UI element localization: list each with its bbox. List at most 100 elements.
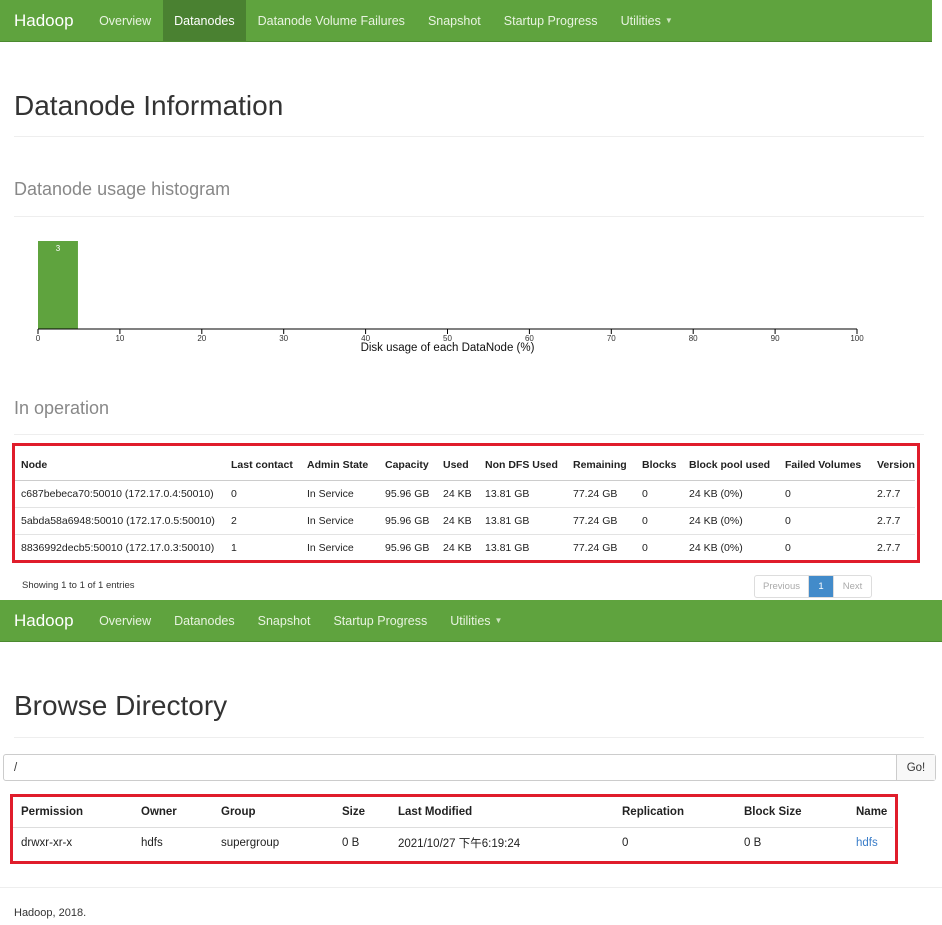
x-tick-label: 90	[771, 334, 780, 343]
x-tick-label: 80	[689, 334, 698, 343]
nav-utilities-label: Utilities	[620, 13, 661, 28]
col-version[interactable]: Version	[871, 450, 915, 481]
cell-failed-volumes: 0	[779, 533, 871, 561]
col-owner[interactable]: Owner	[133, 797, 213, 828]
cell-permission: drwxr-xr-x	[21, 836, 73, 849]
cell-failed-volumes: 0	[779, 506, 871, 534]
bar-count-label: 3	[56, 244, 61, 253]
top-navbar: Hadoop Overview Datanodes Datanode Volum…	[0, 0, 932, 42]
col-last-contact[interactable]: Last contact	[225, 450, 301, 481]
x-tick-label: 10	[115, 334, 124, 343]
col-used[interactable]: Used	[437, 450, 479, 481]
cell-failed-volumes: 0	[779, 479, 871, 507]
cell-block-pool-used: 24 KB (0%)	[683, 533, 779, 561]
histogram-svg: 30 10 20 30 40 50 60 70 80 90 100Disk usage of eac…	[36, 241, 864, 354]
in-operation-heading: In operation	[14, 398, 110, 418]
cell-version: 2.7.7	[871, 533, 915, 561]
nav-overview[interactable]: Overview	[88, 0, 163, 41]
nav-datanode-volume-failures[interactable]: Datanode Volume Failures	[246, 0, 416, 41]
divider	[0, 887, 942, 888]
caret-down-icon: ▼	[664, 16, 673, 25]
nav-snapshot[interactable]: Snapshot	[416, 0, 492, 41]
divider	[14, 136, 924, 137]
cell-used: 24 KB	[437, 479, 479, 507]
cell-blocks: 0	[636, 533, 683, 561]
cell-non-dfs-used: 13.81 GB	[479, 533, 567, 561]
col-size[interactable]: Size	[334, 797, 390, 828]
cell-capacity: 95.96 GB	[379, 533, 437, 561]
footer-text: Hadoop, 2018.	[14, 907, 87, 919]
brand-logo[interactable]: Hadoop	[0, 0, 88, 41]
nav-startup-progress[interactable]: Startup Progress	[492, 0, 609, 41]
nav-startup-progress[interactable]: Startup Progress	[322, 600, 439, 641]
path-input[interactable]: /	[4, 755, 896, 780]
cell-used: 24 KB	[437, 533, 479, 561]
col-name[interactable]: Name	[848, 797, 893, 828]
table-header-row: Node Last contact Admin State Capacity U…	[15, 450, 915, 481]
col-replication[interactable]: Replication	[614, 797, 736, 828]
page-title: Datanode Information	[14, 90, 284, 121]
x-axis-label: Disk usage of each DataNode (%)	[361, 342, 535, 354]
cell-node: 5abda58a6948:50010 (172.17.0.5:50010)	[15, 506, 225, 534]
col-failed-volumes[interactable]: Failed Volumes	[779, 450, 871, 481]
x-tick-label: 70	[607, 334, 616, 343]
col-non-dfs-used[interactable]: Non DFS Used	[479, 450, 567, 481]
cell-capacity: 95.96 GB	[379, 506, 437, 534]
next-page-button[interactable]: Next	[833, 576, 871, 597]
cell-name: hdfs	[848, 827, 893, 858]
table-row: drwxr-xr-x hdfs supergroup 0 B 2021/10/2…	[13, 827, 893, 858]
nav-overview[interactable]: Overview	[88, 600, 163, 641]
col-block-size[interactable]: Block Size	[736, 797, 848, 828]
cell-capacity: 95.96 GB	[379, 479, 437, 507]
browse-title: Browse Directory	[14, 690, 228, 721]
table-row: 5abda58a6948:50010 (172.17.0.5:50010) 2 …	[15, 506, 915, 534]
directory-table: Permission Owner Group Size Last Modifie…	[13, 797, 893, 858]
page-1-button[interactable]: 1	[809, 576, 833, 597]
cell-block-pool-used: 24 KB (0%)	[683, 479, 779, 507]
cell-block-size: 0 B	[744, 836, 762, 849]
x-tick-label: 100	[850, 334, 864, 343]
cell-admin-state: In Service	[301, 533, 379, 561]
col-node[interactable]: Node	[15, 450, 225, 481]
cell-last-contact: 2	[225, 506, 301, 534]
cell-node: c687bebeca70:50010 (172.17.0.4:50010)	[15, 479, 225, 507]
directory-link[interactable]: hdfs	[856, 837, 878, 849]
nav-utilities[interactable]: Utilities ▼	[439, 600, 514, 641]
divider	[14, 434, 924, 435]
datanode-table: Node Last contact Admin State Capacity U…	[15, 450, 915, 561]
col-admin-state[interactable]: Admin State	[301, 450, 379, 481]
cell-admin-state: In Service	[301, 506, 379, 534]
browse-navbar: Hadoop Overview Datanodes Snapshot Start…	[0, 600, 942, 642]
usage-histogram: 3 0 10 20 30 40 50 60 70 80 90 100 Disk usage of eac…	[0, 230, 900, 360]
divider	[14, 737, 924, 738]
col-remaining[interactable]: Remaining	[567, 450, 636, 481]
nav-datanodes[interactable]: Datanodes	[162, 0, 247, 41]
pagination: Previous 1 Next	[754, 575, 872, 598]
x-tick-label: 0	[36, 334, 41, 343]
x-tick-label: 20	[197, 334, 206, 343]
col-capacity[interactable]: Capacity	[379, 450, 437, 481]
cell-last-contact: 1	[225, 533, 301, 561]
col-group[interactable]: Group	[213, 797, 334, 828]
nav-utilities-label: Utilities	[450, 613, 491, 628]
histogram-bar	[38, 241, 78, 329]
col-block-pool-used[interactable]: Block pool used	[683, 450, 779, 481]
cell-blocks: 0	[636, 506, 683, 534]
nav-snapshot[interactable]: Snapshot	[246, 600, 322, 641]
nav-datanodes[interactable]: Datanodes	[163, 600, 246, 641]
cell-admin-state: In Service	[301, 479, 379, 507]
previous-page-button[interactable]: Previous	[755, 576, 809, 597]
go-button[interactable]: Go!	[896, 755, 935, 780]
col-permission[interactable]: Permission	[13, 797, 133, 828]
col-blocks[interactable]: Blocks	[636, 450, 683, 481]
path-bar: / Go!	[3, 754, 936, 781]
cell-version: 2.7.7	[871, 479, 915, 507]
cell-non-dfs-used: 13.81 GB	[479, 479, 567, 507]
cell-non-dfs-used: 13.81 GB	[479, 506, 567, 534]
nav-utilities[interactable]: Utilities ▼	[609, 0, 684, 41]
brand-logo[interactable]: Hadoop	[0, 600, 88, 641]
table-row: c687bebeca70:50010 (172.17.0.4:50010) 0 …	[15, 479, 915, 507]
cell-version: 2.7.7	[871, 506, 915, 534]
cell-remaining: 77.24 GB	[567, 533, 636, 561]
col-last-modified[interactable]: Last Modified	[390, 797, 614, 828]
